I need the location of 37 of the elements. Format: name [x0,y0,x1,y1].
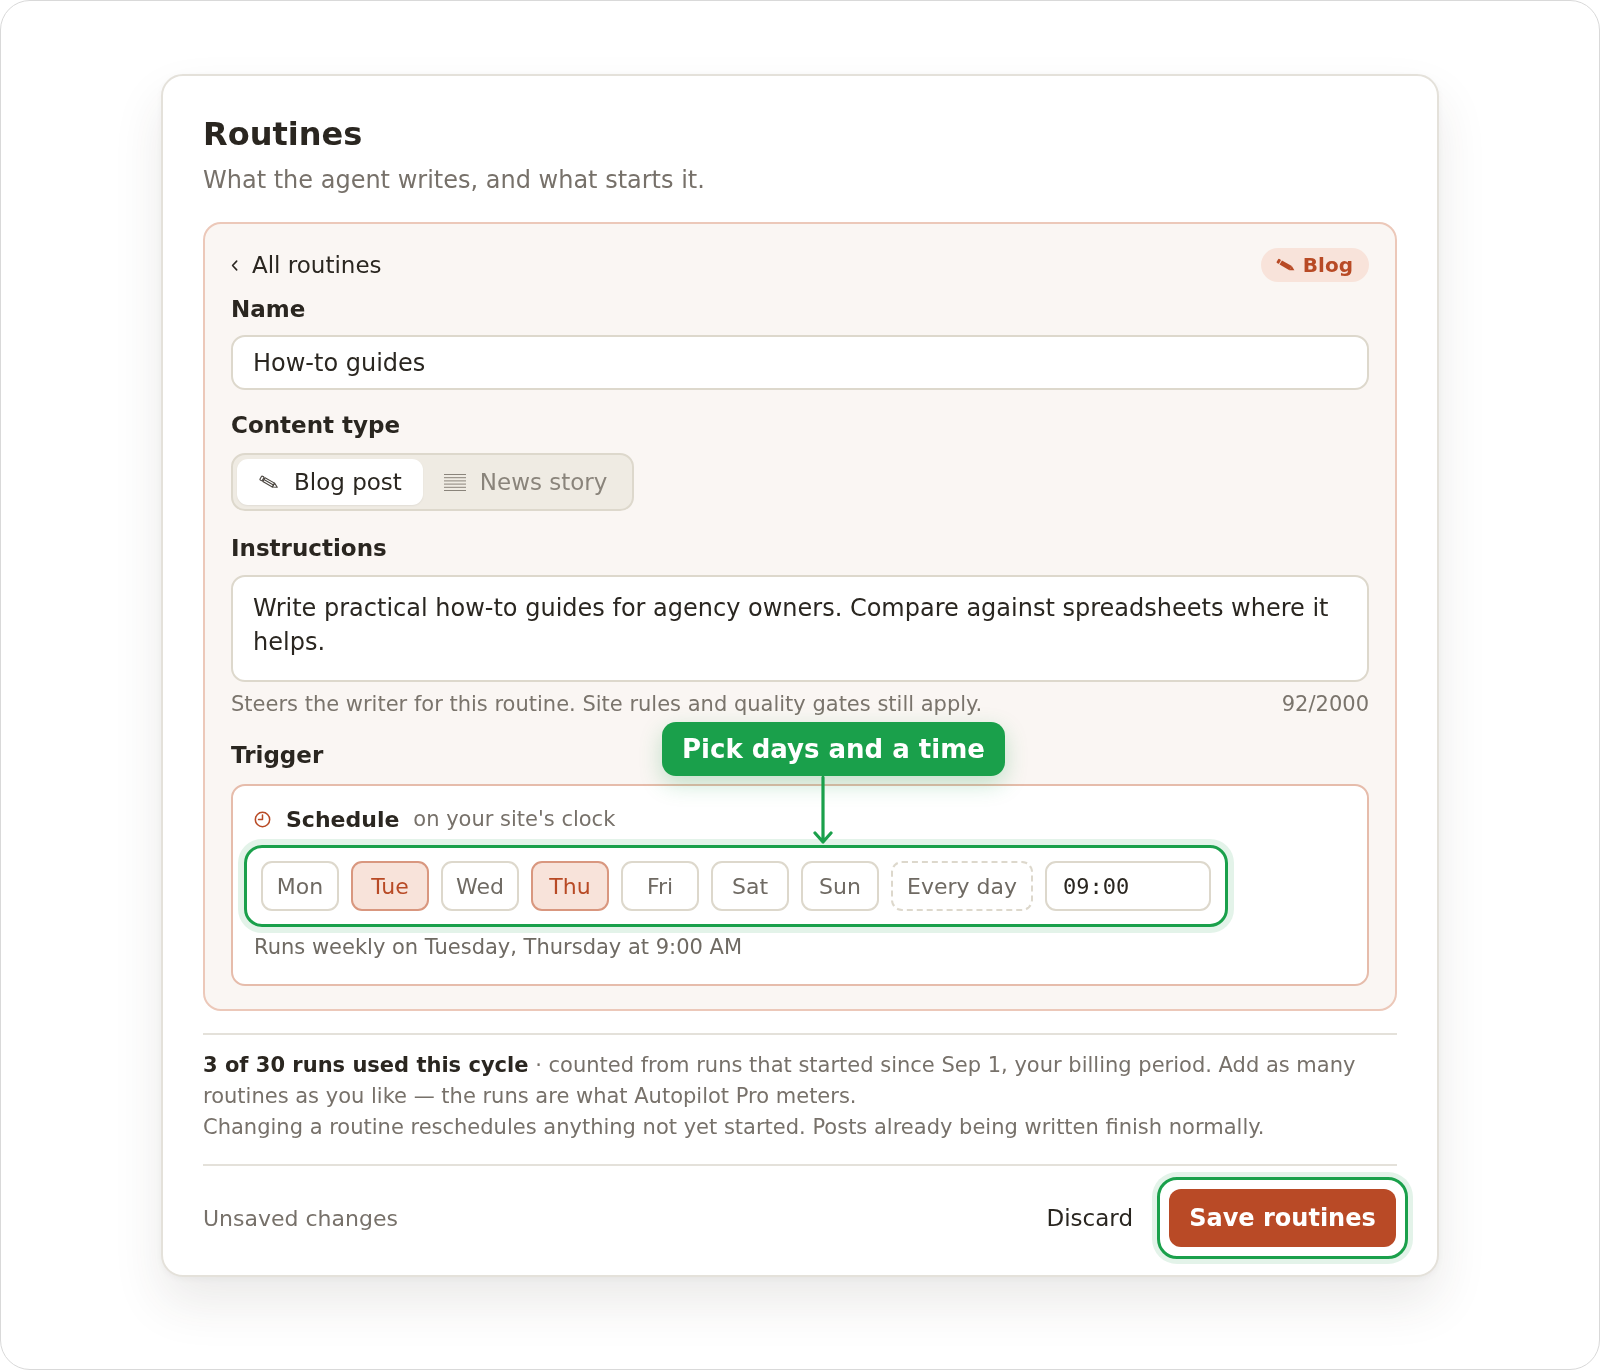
field-label: Name [231,295,306,323]
unsaved-status: Unsaved changes [203,1205,398,1231]
schedule-note: on your site's clock [413,807,616,831]
name-input[interactable]: How-to guides [231,335,1369,390]
day-toggle[interactable]: Sun [801,861,879,911]
page-subtitle: What the agent writes, and what starts it. [203,165,705,196]
save-button[interactable]: Save routines [1169,1189,1396,1247]
discard-button[interactable]: Discard [1046,1205,1133,1231]
field-label: Content type [231,411,401,439]
time-input[interactable]: 09:00 [1045,861,1211,911]
schedule-summary: Runs weekly on Tuesday, Thursday at 9:00 AM [254,934,743,960]
day-toggle[interactable]: Sat [711,861,789,911]
annotation-callout: Pick days and a time [662,722,1005,776]
usage-note: Changing a routine reschedules anything not yet started. Posts already being written finish normally. [203,1114,1266,1141]
field-label: Trigger [231,741,324,769]
instructions-field[interactable]: Write practical how-to guides for agency owners. Compare against spreadsheets where it helps. [231,575,1369,682]
lines-icon [443,473,466,491]
day-toggle[interactable]: Wed [441,861,519,911]
back-link[interactable]: All routines [231,252,382,278]
content-type-tab[interactable]: News story [422,459,629,505]
day-toggle[interactable]: Mon [261,861,339,911]
content-type-badge: Blog [1260,248,1369,282]
day-toggle[interactable]: Thu [531,861,609,911]
chevron-left-icon [231,259,238,271]
character-counter: 92/2000 [1281,691,1369,717]
field-hint: Steers the writer for this routine. Site rules and quality gates still apply. [231,691,983,717]
page-title: Routines [203,114,363,154]
pencil-icon [258,474,280,490]
every-day-toggle[interactable]: Every day [891,861,1033,911]
day-toggle[interactable]: Tue [351,861,429,911]
pencil-icon [1274,257,1297,273]
day-toggle[interactable]: Fri [621,861,699,911]
field-label: Instructions [231,534,387,562]
content-type-tab[interactable]: Blog post [237,459,423,505]
clock-icon [254,810,271,828]
schedule-title: Schedule [286,806,400,832]
usage-summary: 3 of 30 runs used this cycle · counted from runs that started since Sep 1, your billing period. Add as many routines as you like — the runs are what Autopilot Pro meters. [203,1052,1357,1110]
